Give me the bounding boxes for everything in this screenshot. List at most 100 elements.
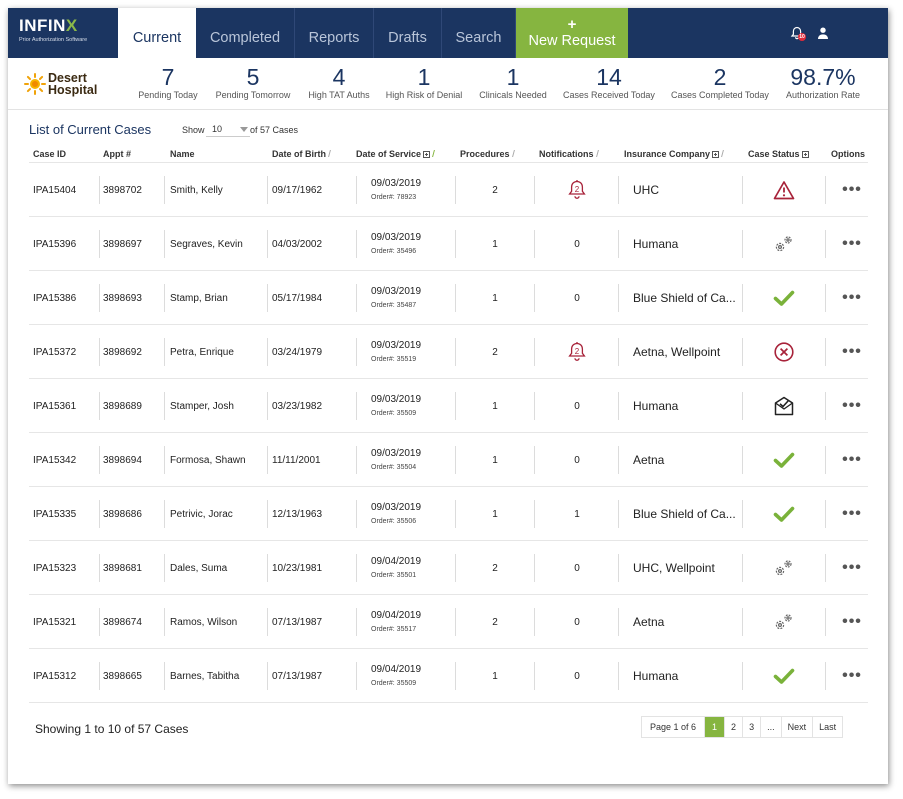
mail-check-icon[interactable] (773, 395, 795, 417)
expand-icon[interactable] (712, 150, 720, 158)
row-options-button[interactable]: ••• (829, 163, 875, 217)
case-status[interactable] (744, 595, 824, 649)
sort-icon[interactable] (597, 150, 602, 158)
row-options-button[interactable]: ••• (829, 541, 875, 595)
case-status[interactable] (744, 649, 824, 703)
next-page-button[interactable]: Next (782, 717, 814, 737)
patient-name[interactable]: Petra, Enrique (170, 325, 266, 379)
table-row[interactable]: IPA15404 3898702 Smith, Kelly 09/17/1962 09/… (29, 163, 868, 217)
case-id[interactable]: IPA15404 (33, 163, 97, 217)
case-id[interactable]: IPA15386 (33, 271, 97, 325)
expand-icon[interactable] (423, 150, 431, 158)
user-icon[interactable] (816, 26, 832, 42)
col-dob[interactable]: Date of Birth (272, 149, 334, 159)
brand-logo[interactable]: INFINX Prior Authorization Software (19, 17, 87, 44)
notification-bell-icon[interactable]: 2 (567, 179, 587, 201)
case-status[interactable] (744, 325, 824, 379)
case-id[interactable]: IPA15312 (33, 649, 97, 703)
stat-high-risk-denial[interactable]: 1 High Risk of Denial (382, 64, 466, 101)
patient-name[interactable]: Ramos, Wilson (170, 595, 266, 649)
denied-icon[interactable] (773, 341, 795, 363)
notification-bell-icon[interactable]: 2 (567, 341, 587, 363)
notification-cell[interactable]: 2 (537, 325, 617, 379)
patient-name[interactable]: Smith, Kelly (170, 163, 266, 217)
row-options-button[interactable]: ••• (829, 325, 875, 379)
stat-pending-tomorrow[interactable]: 5 Pending Tomorrow (210, 64, 296, 101)
sort-icon[interactable] (513, 150, 518, 158)
table-row[interactable]: IPA15386 3898693 Stamp, Brian 05/17/1984 09/… (29, 271, 868, 325)
case-status[interactable] (744, 163, 824, 217)
page-1-button[interactable]: 1 (705, 717, 726, 737)
table-row[interactable]: IPA15342 3898694 Formosa, Shawn 11/11/2001 0… (29, 433, 868, 487)
case-status[interactable] (744, 217, 824, 271)
table-row[interactable]: IPA15396 3898697 Segraves, Kevin 04/03/2002… (29, 217, 868, 271)
stat-cases-completed-today[interactable]: 2 Cases Completed Today (668, 64, 772, 101)
case-id[interactable]: IPA15321 (33, 595, 97, 649)
table-row[interactable]: IPA15321 3898674 Ramos, Wilson 07/13/1987 09… (29, 595, 868, 649)
tab-drafts[interactable]: Drafts (374, 8, 442, 58)
row-options-button[interactable]: ••• (829, 433, 875, 487)
notification-cell[interactable]: 2 (537, 163, 617, 217)
stat-clinicals-needed[interactable]: 1 Clinicals Needed (474, 64, 552, 101)
case-status[interactable] (744, 487, 824, 541)
patient-name[interactable]: Segraves, Kevin (170, 217, 266, 271)
gears-icon[interactable] (773, 612, 795, 632)
patient-name[interactable]: Dales, Suma (170, 541, 266, 595)
case-status[interactable] (744, 379, 824, 433)
row-options-button[interactable]: ••• (829, 379, 875, 433)
case-id[interactable]: IPA15335 (33, 487, 97, 541)
page-2-button[interactable]: 2 (725, 717, 744, 737)
stat-high-tat-auths[interactable]: 4 High TAT Auths (302, 64, 376, 101)
case-id[interactable]: IPA15372 (33, 325, 97, 379)
sort-icon[interactable] (329, 150, 334, 158)
patient-name[interactable]: Petrivic, Jorac (170, 487, 266, 541)
case-id[interactable]: IPA15361 (33, 379, 97, 433)
row-options-button[interactable]: ••• (829, 595, 875, 649)
patient-name[interactable]: Stamper, Josh (170, 379, 266, 433)
stat-cases-received-today[interactable]: 14 Cases Received Today (560, 64, 658, 101)
patient-name[interactable]: Formosa, Shawn (170, 433, 266, 487)
table-row[interactable]: IPA15361 3898689 Stamper, Josh 03/23/1982 09… (29, 379, 868, 433)
notifications-bell-icon[interactable]: 10 (790, 26, 806, 42)
stat-authorization-rate[interactable]: 98.7% Authorization Rate (782, 64, 864, 101)
gears-icon[interactable] (773, 234, 795, 254)
case-id[interactable]: IPA15342 (33, 433, 97, 487)
patient-name[interactable]: Stamp, Brian (170, 271, 266, 325)
case-status[interactable] (744, 541, 824, 595)
check-icon[interactable] (773, 451, 795, 469)
page-3-button[interactable]: 3 (743, 717, 762, 737)
check-icon[interactable] (773, 289, 795, 307)
check-icon[interactable] (773, 667, 795, 685)
col-case-status[interactable]: Case Status (748, 149, 809, 159)
row-options-button[interactable]: ••• (829, 271, 875, 325)
row-options-button[interactable]: ••• (829, 217, 875, 271)
col-notifications[interactable]: Notifications (539, 149, 602, 159)
col-insurance[interactable]: Insurance Company (624, 149, 727, 159)
tab-completed[interactable]: Completed (196, 8, 295, 58)
stat-pending-today[interactable]: 7 Pending Today (132, 64, 204, 101)
page-ellipsis[interactable]: ... (761, 717, 782, 737)
patient-name[interactable]: Barnes, Tabitha (170, 649, 266, 703)
row-options-button[interactable]: ••• (829, 649, 875, 703)
sort-icon[interactable] (722, 150, 727, 158)
tab-reports[interactable]: Reports (295, 8, 374, 58)
table-row[interactable]: IPA15323 3898681 Dales, Suma 10/23/1981 09/0… (29, 541, 868, 595)
page-size-select[interactable]: 10 (206, 123, 250, 137)
table-row[interactable]: IPA15335 3898686 Petrivic, Jorac 12/13/1963… (29, 487, 868, 541)
sort-icon[interactable] (433, 150, 438, 158)
col-procedures[interactable]: Procedures (460, 149, 518, 159)
warning-icon[interactable] (773, 180, 795, 200)
col-dos[interactable]: Date of Service (356, 149, 438, 159)
case-status[interactable] (744, 271, 824, 325)
check-icon[interactable] (773, 505, 795, 523)
case-id[interactable]: IPA15323 (33, 541, 97, 595)
tab-current[interactable]: Current (118, 8, 196, 58)
table-row[interactable]: IPA15312 3898665 Barnes, Tabitha 07/13/1987… (29, 649, 868, 703)
row-options-button[interactable]: ••• (829, 487, 875, 541)
case-status[interactable] (744, 433, 824, 487)
expand-icon[interactable] (801, 150, 809, 158)
tab-search[interactable]: Search (442, 8, 516, 58)
new-request-button[interactable]: + New Request (516, 8, 628, 58)
last-page-button[interactable]: Last (813, 717, 842, 737)
case-id[interactable]: IPA15396 (33, 217, 97, 271)
